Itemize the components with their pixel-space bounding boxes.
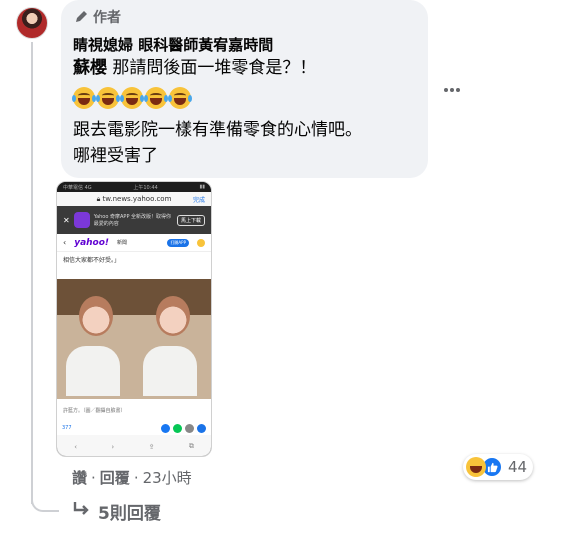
comment-line-1: 蘇櫻 那請問後面一堆零食是？！ (73, 55, 416, 81)
tears-of-joy-emoji-icon (96, 87, 120, 109)
comment-text-1: 那請問後面一堆零食是？！ (112, 58, 317, 78)
reaction-summary[interactable]: 44 (463, 454, 534, 480)
comment-line-3: 哪裡受害了 (73, 146, 158, 166)
reply-button[interactable]: 回覆 (100, 467, 130, 488)
pen-icon (73, 9, 89, 25)
commenter-avatar[interactable] (16, 7, 48, 39)
phone-url-bar: 🔒︎ tw.news.yahoo.com 完成 (57, 192, 211, 206)
reaction-count: 44 (508, 458, 528, 476)
comment-line-2: 跟去電影院一樣有準備零食的心情吧。 (73, 120, 362, 140)
reply-arrow-icon (72, 501, 90, 522)
link-icon (185, 423, 194, 433)
yahoo-app-icon (73, 212, 90, 228)
comment-actions: 讚 · 回覆 · 23小時 (72, 467, 192, 488)
article-share-bar: 377 (57, 421, 211, 435)
yahoo-header: ‹ yahoo! 新聞 打開APP (57, 234, 211, 252)
photo-credit: 許藍方。（圖／翻攝自臉書） (57, 399, 211, 421)
comment-bubble: 作者 睛視媳婦 眼科醫師黃宥嘉時間 蘇櫻 那請問後面一堆零食是？！ 跟去電影院一… (61, 0, 428, 178)
app-banner: ✕ Yahoo 奇摩APP 全新改版！取得你最愛的內容 馬上下載 (57, 206, 211, 234)
tears-of-joy-emoji-icon (168, 87, 192, 109)
phone-nav-bar: ‹ › ⇪ ⧉ (57, 435, 211, 456)
view-replies-button[interactable]: 5則回覆 (72, 499, 161, 524)
thread-line (31, 42, 33, 504)
emoji-row (72, 85, 416, 111)
haha-reaction-icon (466, 457, 486, 477)
article-quote: 相信大家都不好受。」 (57, 252, 211, 266)
facebook-icon (161, 423, 170, 433)
lock-icon: 🔒︎ (96, 194, 101, 203)
back-chevron-icon: ‹ (63, 238, 67, 247)
view-replies-label: 5則回覆 (98, 504, 161, 524)
author-badge-label: 作者 (93, 10, 121, 26)
commenter-name[interactable]: 睛視媳婦 眼科醫師黃宥嘉時間 (73, 35, 416, 55)
like-button[interactable]: 讚 (72, 467, 87, 488)
tears-of-joy-emoji-icon (144, 87, 168, 109)
comment-timestamp[interactable]: 23小時 (143, 467, 192, 488)
mention-link[interactable]: 蘇櫻 (73, 58, 107, 78)
phone-status-bar: 中華電信 4G 上午10:44 ▮▮ (57, 182, 211, 192)
attached-screenshot[interactable]: 中華電信 4G 上午10:44 ▮▮ 🔒︎ tw.news.yahoo.com 完成… (56, 181, 212, 457)
tears-of-joy-emoji-icon (120, 87, 144, 109)
tears-of-joy-emoji-icon (72, 87, 96, 109)
line-icon (173, 423, 182, 433)
article-photo (57, 279, 211, 399)
share-icon (197, 423, 206, 433)
close-icon: ✕ (63, 215, 70, 225)
more-options-icon[interactable] (441, 82, 463, 98)
thread-connector (31, 484, 59, 512)
author-badge: 作者 (73, 7, 416, 27)
smiley-icon (197, 238, 205, 247)
